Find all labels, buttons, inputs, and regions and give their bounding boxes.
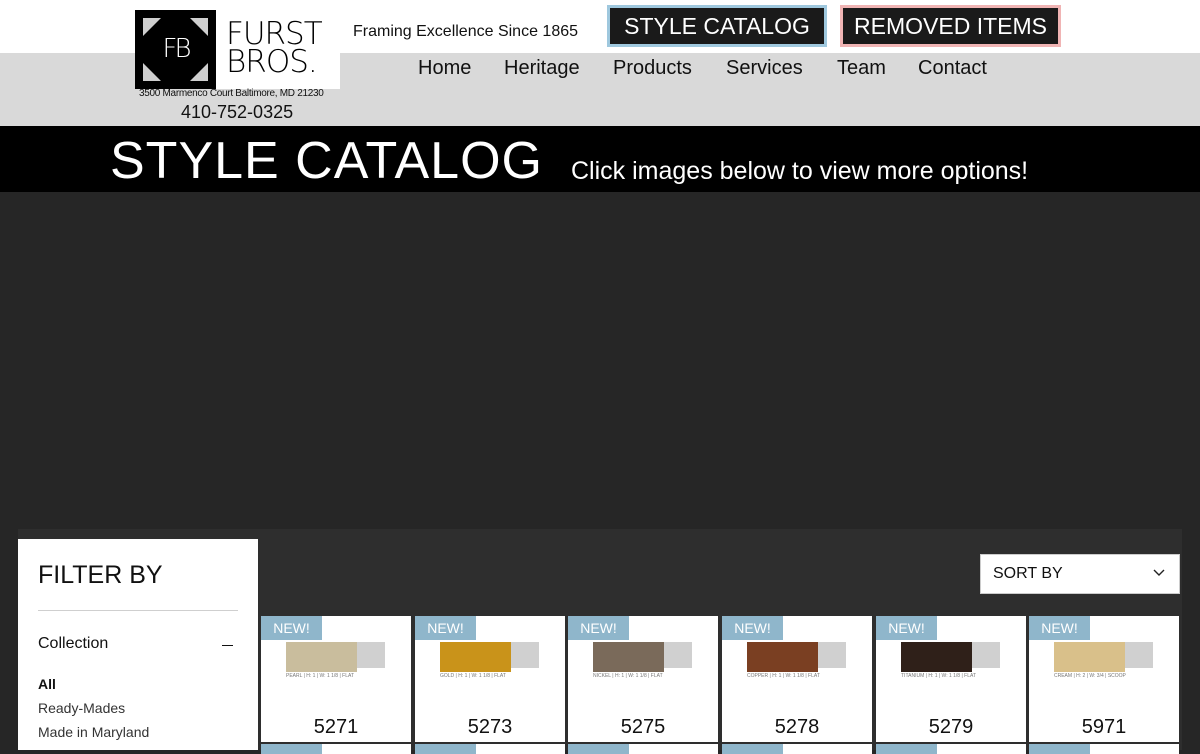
phone-number[interactable]: 410-752-0325 — [181, 102, 293, 123]
product-card[interactable]: NEW! TITANIUM | H: 1 | W: 1 1/8 | FLAT 527… — [876, 616, 1026, 742]
page-subtitle: Click images below to view more options! — [571, 157, 1029, 185]
style-catalog-button[interactable]: STYLE CATALOG — [610, 8, 824, 44]
swatch-notch — [664, 642, 692, 668]
frame-sample-image[interactable] — [286, 642, 357, 672]
frame-sample-image[interactable] — [747, 642, 818, 672]
new-badge — [568, 744, 629, 754]
filter-option-all[interactable]: All — [38, 676, 56, 692]
filter-sidebar: FILTER BY Collection All Ready-Mades Mad… — [18, 539, 258, 750]
swatch-notch — [972, 642, 1000, 668]
chevron-down-icon — [1153, 569, 1165, 576]
product-sku[interactable]: 5271 — [261, 716, 411, 739]
product-card[interactable] — [568, 744, 718, 754]
collapse-icon[interactable] — [222, 636, 234, 652]
hero-area — [0, 192, 1200, 516]
nav-heritage[interactable]: Heritage — [504, 57, 580, 80]
product-card[interactable] — [261, 744, 411, 754]
address: 3500 Marmenco Court Baltimore, MD 21230 — [139, 88, 324, 99]
new-badge: NEW! — [722, 616, 783, 640]
product-card[interactable] — [415, 744, 565, 754]
product-sku[interactable]: 5279 — [876, 716, 1026, 739]
frame-sample-image[interactable] — [901, 642, 972, 672]
new-badge — [876, 744, 937, 754]
brand-name[interactable]: FURST BROS. — [226, 19, 338, 80]
swatch-notch — [511, 642, 539, 668]
swatch-notch — [1125, 642, 1153, 668]
product-card[interactable]: NEW! PEARL | H: 1 | W: 1 1/8 | FLAT 5271 — [261, 616, 411, 742]
sort-select[interactable]: SORT BY — [980, 554, 1180, 594]
product-spec: COPPER | H: 1 | W: 1 1/8 | FLAT — [747, 673, 820, 679]
corner-triangle-icon — [190, 63, 208, 81]
product-spec: PEARL | H: 1 | W: 1 1/8 | FLAT — [286, 673, 354, 679]
product-sku[interactable]: 5273 — [415, 716, 565, 739]
product-card[interactable]: NEW! NICKEL | H: 1 | W: 1 1/8 | FLAT 5275 — [568, 616, 718, 742]
new-badge: NEW! — [1029, 616, 1090, 640]
product-card[interactable]: NEW! CREAM | H: 2 | W: 3/4 | SCOOP 5971 — [1029, 616, 1179, 742]
product-sku[interactable]: 5278 — [722, 716, 872, 739]
product-sku[interactable]: 5971 — [1029, 716, 1179, 739]
filter-option-ready-mades[interactable]: Ready-Mades — [38, 700, 125, 716]
nav-contact[interactable]: Contact — [918, 57, 987, 80]
logo-monogram: FB — [162, 34, 192, 64]
removed-items-button[interactable]: REMOVED ITEMS — [843, 8, 1058, 44]
nav-home[interactable]: Home — [418, 57, 471, 80]
nav-team[interactable]: Team — [837, 57, 886, 80]
new-badge: NEW! — [261, 616, 322, 640]
filter-option-made-in-maryland[interactable]: Made in Maryland — [38, 724, 149, 740]
new-badge — [722, 744, 783, 754]
frame-sample-image[interactable] — [1054, 642, 1125, 672]
filter-section-collection[interactable]: Collection — [38, 635, 108, 653]
corner-triangle-icon — [143, 63, 161, 81]
new-badge: NEW! — [415, 616, 476, 640]
product-card[interactable] — [876, 744, 1026, 754]
product-spec: TITANIUM | H: 1 | W: 1 1/8 | FLAT — [901, 673, 977, 679]
swatch-notch — [818, 642, 846, 668]
frame-sample-image[interactable] — [593, 642, 664, 672]
tagline: Framing Excellence Since 1865 — [353, 23, 579, 40]
page-title: STYLE CATALOG — [110, 132, 543, 190]
frame-sample-image[interactable] — [440, 642, 511, 672]
new-badge: NEW! — [876, 616, 937, 640]
product-card[interactable]: NEW! COPPER | H: 1 | W: 1 1/8 | FLAT 5278 — [722, 616, 872, 742]
new-badge: NEW! — [568, 616, 629, 640]
product-spec: GOLD | H: 1 | W: 1 1/8 | FLAT — [440, 673, 506, 679]
new-badge — [1029, 744, 1090, 754]
product-spec: NICKEL | H: 1 | W: 1 1/8 | FLAT — [593, 673, 663, 679]
swatch-notch — [357, 642, 385, 668]
sort-label: SORT BY — [993, 565, 1063, 582]
logo-mark-icon[interactable]: FB — [135, 10, 216, 89]
brand-line-2: BROS. — [226, 44, 318, 80]
nav-services[interactable]: Services — [726, 57, 803, 80]
filter-title: FILTER BY — [38, 561, 163, 589]
nav-products[interactable]: Products — [613, 57, 692, 80]
divider — [38, 610, 238, 611]
product-card[interactable] — [722, 744, 872, 754]
product-spec: CREAM | H: 2 | W: 3/4 | SCOOP — [1054, 673, 1126, 679]
product-card[interactable]: NEW! GOLD | H: 1 | W: 1 1/8 | FLAT 5273 — [415, 616, 565, 742]
new-badge — [415, 744, 476, 754]
new-badge — [261, 744, 322, 754]
product-sku[interactable]: 5275 — [568, 716, 718, 739]
product-card[interactable] — [1029, 744, 1179, 754]
